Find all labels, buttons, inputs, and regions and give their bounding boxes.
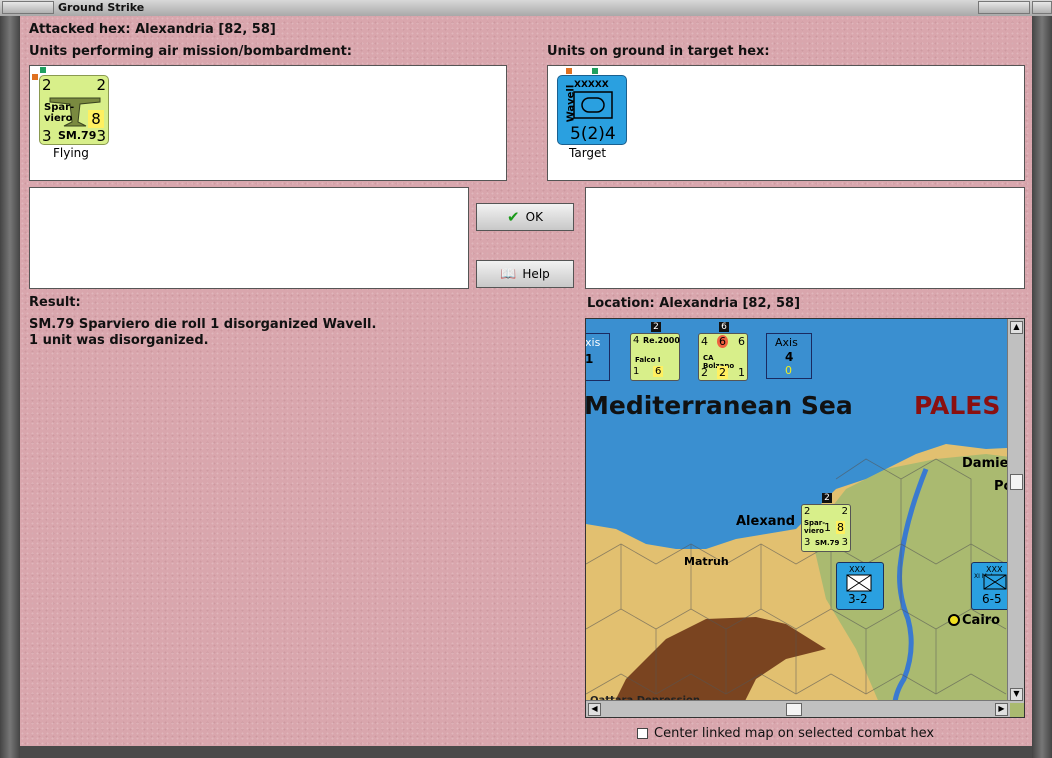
map-counter-infantry[interactable]: XXX 3-2: [836, 562, 884, 610]
air-counter-value: 8: [88, 110, 104, 128]
air-unit-status: Flying: [53, 146, 89, 160]
ground-details-box: [585, 187, 1025, 289]
map-counter-re2000-a: 4: [633, 335, 640, 346]
place-damietta: Damie: [962, 456, 1009, 471]
left-border: [0, 16, 20, 758]
ground-units-label: Units on ground in target hex:: [547, 44, 770, 59]
map-counter-sm79-b: 2: [841, 506, 848, 517]
sea-label: Mediterranean Sea: [585, 391, 853, 420]
map-counter-axis-label: Axis: [775, 336, 798, 349]
map-counter-infantry-strength: 3-2: [848, 592, 868, 606]
air-units-list[interactable]: 2 2 Spar- viero 8 SM.79 3 3 Flying: [29, 65, 507, 181]
horizontal-scroll-thumb[interactable]: [786, 703, 802, 716]
place-alexandria: Alexand: [736, 514, 796, 529]
right-border: [1032, 16, 1052, 758]
map-counter-axis-sub: 0: [785, 364, 792, 377]
map-counter-re2000-c: 6: [653, 366, 664, 377]
result-line-1: SM.79 Sparviero die roll 1 disorganized …: [29, 317, 377, 332]
map-counter-re2000-type: Re.2000: [643, 336, 680, 345]
map-counter-re2000-name: Falco I: [635, 356, 661, 364]
air-counter-tl: 2: [42, 76, 52, 94]
map-counter-axis-partial-label: xis: [585, 336, 601, 349]
map-counter-bolzano-d: 2: [701, 366, 708, 379]
system-menu-button[interactable]: [2, 1, 54, 14]
scroll-left-arrow-icon[interactable]: ◀: [588, 703, 601, 716]
place-matruh: Matruh: [684, 555, 729, 568]
map-counter-sm79-badge: 2: [822, 493, 832, 503]
map-counter-sm79-name2: viero: [804, 527, 824, 535]
map-counter-sm79-a: 2: [804, 506, 811, 517]
map-counter-axis-value: 4: [785, 350, 794, 364]
place-cairo: Cairo: [962, 613, 1001, 628]
result-line-2: 1 unit was disorganized.: [29, 333, 209, 348]
map-counter-sm79-f: 3: [841, 537, 848, 548]
ground-counter-strength: 5(2)4: [570, 124, 616, 144]
ground-unit-counter[interactable]: XXXXX Wavell 5(2)4: [557, 75, 627, 145]
title-bar[interactable]: Ground Strike: [0, 0, 1052, 17]
status-dot-green: [40, 67, 46, 73]
linked-map[interactable]: Mediterranean Sea PALES Alexand Matruh C…: [585, 318, 1025, 718]
map-counter-axis[interactable]: Axis 4 0: [766, 333, 812, 379]
minimize-button[interactable]: [978, 1, 1030, 14]
map-counter-xi-mot-strength: 6-5: [982, 592, 1002, 606]
map-horizontal-scrollbar[interactable]: ◀ ▶: [586, 700, 1010, 717]
help-button[interactable]: 📖 Help: [476, 260, 574, 288]
air-details-box: [29, 187, 469, 289]
air-counter-name1: Spar-: [44, 102, 75, 113]
scroll-down-arrow-icon[interactable]: ▼: [1010, 688, 1023, 701]
help-label: Help: [522, 267, 550, 281]
map-counter-bolzano-f: 1: [738, 366, 745, 379]
air-counter-br: 3: [96, 127, 106, 145]
ground-units-list[interactable]: XXXXX Wavell 5(2)4 Target: [547, 65, 1025, 181]
attacked-hex-label: Attacked hex: Alexandria [82, 58]: [29, 22, 276, 37]
scroll-right-arrow-icon[interactable]: ▶: [995, 703, 1008, 716]
result-label: Result:: [29, 295, 81, 310]
ok-label: OK: [525, 210, 543, 224]
vertical-scroll-thumb[interactable]: [1010, 474, 1023, 490]
country-label: PALES: [914, 391, 1001, 420]
map-vertical-scrollbar[interactable]: ▲ ▼: [1007, 319, 1024, 703]
map-counter-sm79-name1: Spar-: [804, 519, 826, 527]
scroll-up-arrow-icon[interactable]: ▲: [1010, 321, 1023, 334]
status-dot-orange: [32, 74, 38, 80]
city-marker-icon: [948, 614, 960, 626]
checkmark-icon: ✔: [507, 208, 520, 226]
map-counter-bolzano-a: 4: [701, 335, 708, 348]
map-counter-bolzano-c: 6: [738, 335, 745, 348]
map-counter-bolzano-e: 2: [717, 366, 728, 379]
location-label: Location: Alexandria [82, 58]: [587, 296, 801, 311]
map-counter-axis-partial[interactable]: xis 1: [585, 333, 610, 381]
center-map-checkbox[interactable]: [637, 728, 648, 739]
bottom-border: [20, 746, 1032, 758]
close-button[interactable]: [1032, 1, 1052, 14]
air-counter-bl: 3: [42, 127, 52, 145]
map-counter-sm79-e: 3: [804, 537, 811, 548]
map-counter-re2000[interactable]: 2 4 Re.2000 Falco I 1 6: [630, 322, 680, 381]
map-counter-re2000-badge: 2: [651, 322, 661, 332]
map-counter-sm79-type: SM.79: [815, 539, 840, 547]
center-map-checkbox-label: Center linked map on selected combat hex: [654, 726, 935, 741]
air-counter-type: SM.79: [58, 129, 97, 142]
map-counter-sm79[interactable]: 2 2 2 Spar- viero 1 8 3 SM.79 3: [801, 493, 851, 552]
map-counter-bolzano-b: 6: [717, 335, 728, 348]
ok-button[interactable]: ✔ OK: [476, 203, 574, 231]
air-units-label: Units performing air mission/bombardment…: [29, 44, 353, 59]
air-counter-tr: 2: [96, 76, 106, 94]
map-counter-sm79-c: 1: [824, 521, 831, 534]
help-book-icon: 📖: [500, 266, 517, 282]
map-counter-sm79-d: 8: [836, 521, 845, 534]
air-counter-name2: viero: [44, 113, 73, 124]
map-counter-ca-bolzano[interactable]: 6 4 6 6 CA Bolzano 2 2 1: [698, 322, 748, 381]
status-dot-orange: [566, 68, 572, 74]
ground-unit-status: Target: [569, 146, 607, 160]
window-frame: Ground Strike Attacked hex: Alexandria […: [0, 0, 1052, 758]
map-counter-axis-partial-value: 1: [585, 352, 594, 366]
window-title: Ground Strike: [58, 1, 145, 14]
map-counter-re2000-b: 1: [633, 366, 640, 377]
air-unit-counter[interactable]: 2 2 Spar- viero 8 SM.79 3 3: [39, 75, 109, 145]
status-dot-green: [592, 68, 598, 74]
map-counter-bolzano-badge: 6: [719, 322, 729, 332]
